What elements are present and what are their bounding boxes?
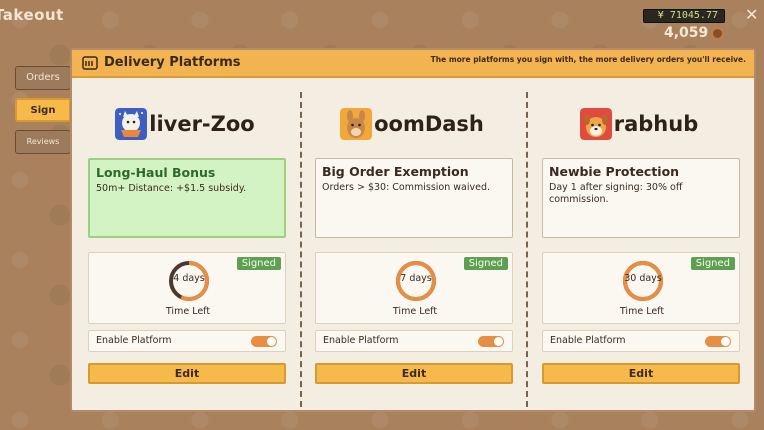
platform-card-rabhub: rabhub Newbie Protection Day 1 after sig…	[526, 80, 752, 410]
days-left-value: 7 days	[400, 273, 432, 284]
bonus-description: Day 1 after signing: 30% off commission.	[549, 182, 683, 205]
edit-button[interactable]: Edit	[542, 363, 740, 384]
toggle-knob	[267, 337, 276, 346]
bonus-box: Big Order Exemption Orders > $30: Commis…	[315, 158, 513, 238]
signed-badge: Signed	[236, 257, 281, 270]
bonus-title: Newbie Protection	[549, 164, 680, 179]
days-left-value: 30 days	[624, 273, 662, 284]
panel-header: Delivery Platforms The more platforms yo…	[72, 50, 754, 78]
time-left-label: Time Left	[165, 306, 211, 317]
bonus-title: Big Order Exemption	[322, 164, 469, 179]
app-title: Takeout	[0, 6, 64, 24]
sidebar: Orders Sign Reviews	[15, 66, 71, 162]
time-left-label: Time Left	[392, 306, 438, 317]
edit-button[interactable]: Edit	[315, 363, 513, 384]
edit-button[interactable]: Edit	[88, 363, 286, 384]
days-left-value: 4 days	[173, 273, 205, 284]
dog-icon	[579, 108, 612, 140]
bonus-box: Newbie Protection Day 1 after signing: 3…	[542, 158, 740, 238]
contract-status: Signed 30 days Time Left	[542, 252, 740, 324]
platform-brand: rabhub	[526, 106, 752, 142]
bonus-box: Long-Haul Bonus 50m+ Distance: +$1.5 sub…	[88, 158, 286, 238]
close-icon[interactable]: ✕	[745, 5, 758, 24]
panel-hint: The more platforms you sign with, the mo…	[430, 55, 746, 64]
bonus-description: 50m+ Distance: +$1.5 subsidy.	[96, 183, 247, 194]
cat-bowl-icon	[115, 108, 148, 140]
kangaroo-icon	[340, 108, 373, 140]
contract-status: Signed 4 days Time Left	[88, 252, 286, 324]
contract-status: Signed 7 days Time Left	[315, 252, 513, 324]
toggle-knob	[721, 337, 730, 346]
top-bar: Takeout ¥ 71045.77 4,059 ✕	[0, 0, 764, 41]
time-left-label: Time Left	[619, 306, 665, 317]
platform-card-liver-zoo: liver-Zoo Long-Haul Bonus 50m+ Distance:…	[72, 80, 298, 410]
coin-count: 4,059	[664, 25, 709, 41]
bonus-description: Orders > $30: Commission waived.	[322, 182, 491, 193]
sidebar-item-orders[interactable]: Orders	[15, 66, 71, 90]
enable-platform-row: Enable Platform	[542, 330, 740, 352]
coin-icon	[711, 26, 725, 40]
coin-counter: 4,059	[664, 25, 725, 41]
platform-card-oomdash: oomDash Big Order Exemption Orders > $30…	[299, 80, 525, 410]
toggle-knob	[494, 337, 503, 346]
enable-platform-label: Enable Platform	[96, 335, 172, 346]
platform-brand: oomDash	[299, 106, 525, 142]
sidebar-item-sign[interactable]: Sign	[15, 98, 71, 122]
enable-platform-toggle[interactable]	[705, 336, 731, 347]
enable-platform-row: Enable Platform	[315, 330, 513, 352]
signed-badge: Signed	[463, 257, 508, 270]
delivery-platforms-panel: Delivery Platforms The more platforms yo…	[70, 48, 756, 412]
panel-title: Delivery Platforms	[104, 55, 241, 70]
enable-platform-label: Enable Platform	[323, 335, 399, 346]
money-display: ¥ 71045.77	[643, 9, 725, 23]
platform-name: liver-Zoo	[149, 112, 255, 136]
platform-brand: liver-Zoo	[72, 106, 298, 142]
platform-name: rabhub	[613, 112, 699, 136]
signed-badge: Signed	[690, 257, 735, 270]
sidebar-item-reviews[interactable]: Reviews	[15, 130, 71, 154]
platform-list-icon	[82, 56, 98, 70]
enable-platform-label: Enable Platform	[550, 335, 626, 346]
enable-platform-row: Enable Platform	[88, 330, 286, 352]
enable-platform-toggle[interactable]	[478, 336, 504, 347]
bonus-title: Long-Haul Bonus	[96, 165, 216, 180]
enable-platform-toggle[interactable]	[251, 336, 277, 347]
platform-name: oomDash	[374, 112, 484, 136]
